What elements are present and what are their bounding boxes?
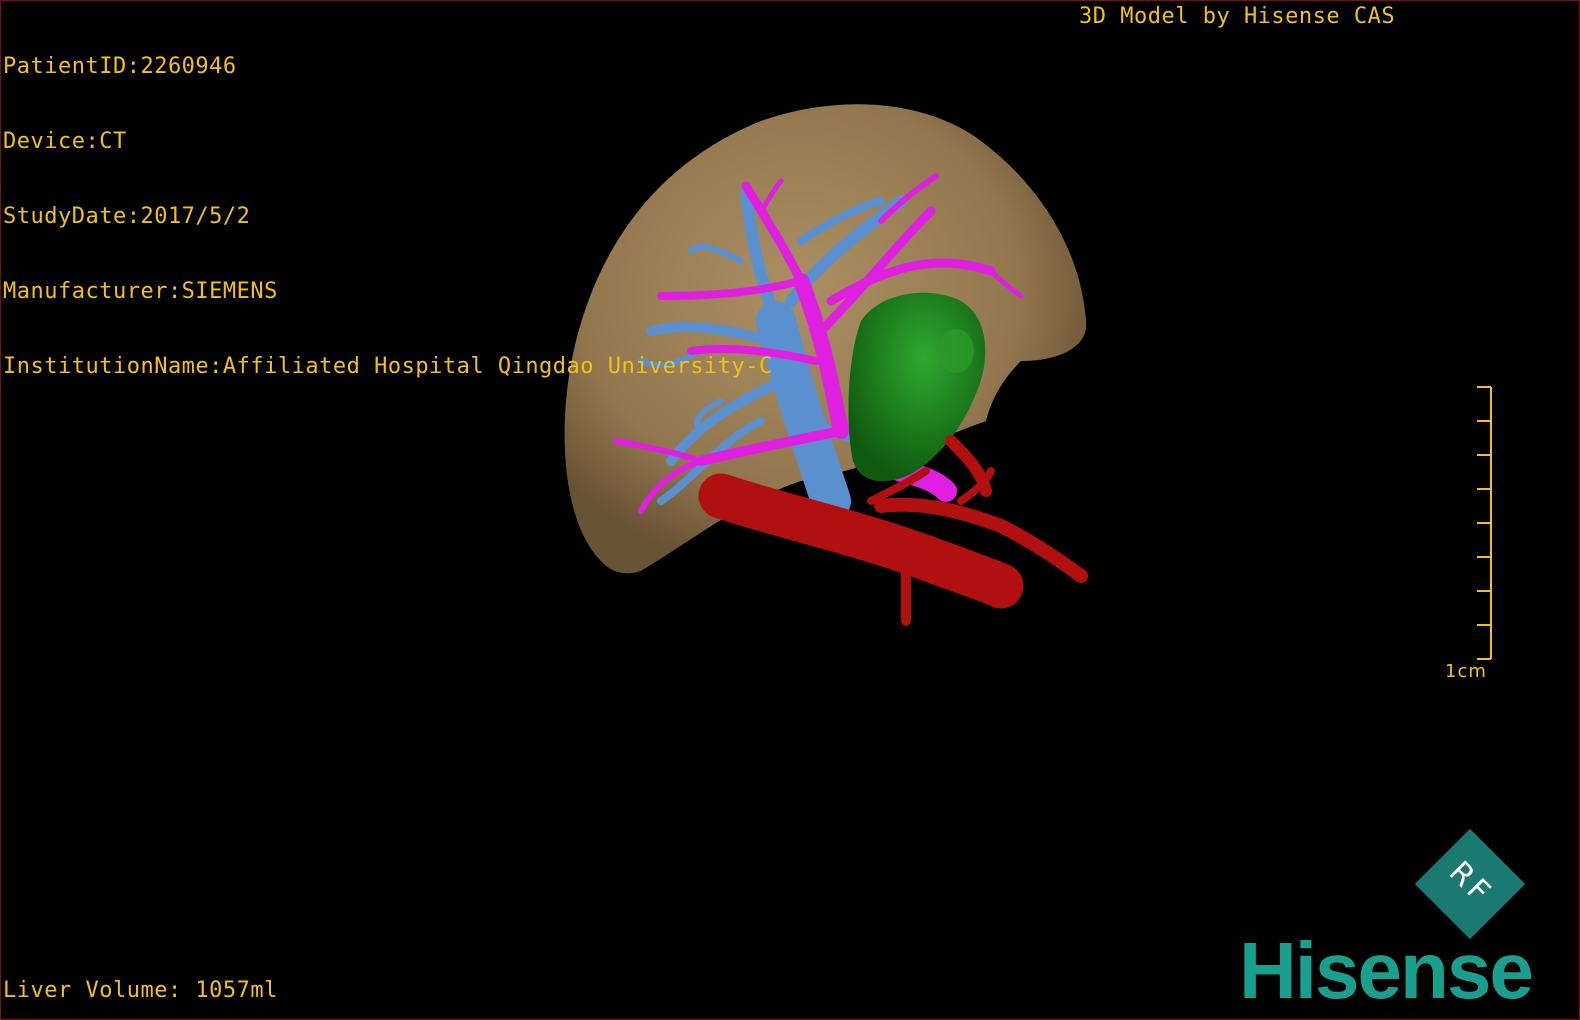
study-date: StudyDate:2017/5/2 [3,204,251,229]
device-label: Device:CT [3,129,127,154]
3d-viewport[interactable]: PatientID:2260946 Device:CT StudyDate:20… [0,0,1580,1020]
scale-bar [1477,386,1492,660]
brand-name: Hisense [1239,926,1534,1015]
hisense-logo: Hisense [1239,926,1534,1015]
model-watermark: 3D Model by Hisense CAS [1079,4,1396,29]
patient-id: PatientID:2260946 [3,54,237,79]
liver-volume-label: Liver Volume: 1057ml [3,978,278,1003]
scale-bar-label: 1cm [1445,661,1487,682]
institution-name: InstitutionName:Affiliated Hospital Qing… [3,354,773,379]
patient-info-block: PatientID:2260946 Device:CT StudyDate:20… [3,4,773,429]
manufacturer: Manufacturer:SIEMENS [3,279,278,304]
